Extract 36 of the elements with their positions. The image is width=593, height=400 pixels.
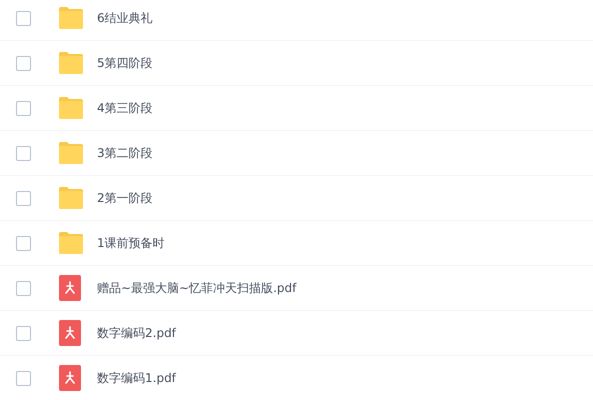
file-name: 数字编码1.pdf bbox=[97, 370, 176, 386]
file-row[interactable]: 5第四阶段 bbox=[0, 41, 593, 86]
file-row[interactable]: 2第一阶段 bbox=[0, 176, 593, 221]
checkbox[interactable] bbox=[16, 190, 31, 206]
folder-icon bbox=[58, 7, 84, 29]
folder-icon bbox=[58, 187, 84, 209]
pdf-icon bbox=[59, 365, 81, 391]
folder-icon bbox=[58, 142, 84, 164]
file-row[interactable]: 6结业典礼 bbox=[0, 0, 593, 41]
file-row[interactable]: 数字编码1.pdf bbox=[0, 356, 593, 400]
file-row[interactable]: 数字编码2.pdf bbox=[0, 311, 593, 356]
file-name: 4第三阶段 bbox=[97, 100, 153, 116]
checkbox[interactable] bbox=[16, 146, 31, 160]
file-name: 赠品~最强大脑~忆菲冲天扫描版.pdf bbox=[97, 280, 296, 296]
file-row[interactable]: 4第三阶段 bbox=[0, 86, 593, 131]
file-row[interactable]: 3第二阶段 bbox=[0, 131, 593, 176]
file-name: 6结业典礼 bbox=[97, 10, 153, 26]
folder-icon bbox=[58, 232, 84, 254]
file-name: 5第四阶段 bbox=[97, 54, 153, 72]
checkbox[interactable] bbox=[16, 326, 31, 340]
checkbox[interactable] bbox=[16, 10, 31, 26]
checkbox[interactable] bbox=[16, 370, 31, 386]
file-row[interactable]: 1课前预备时 bbox=[0, 221, 593, 266]
file-name: 1课前预备时 bbox=[97, 234, 165, 252]
folder-icon bbox=[58, 52, 84, 74]
file-name: 2第一阶段 bbox=[97, 190, 153, 206]
file-name: 3第二阶段 bbox=[97, 144, 153, 162]
file-name: 数字编码2.pdf bbox=[97, 324, 176, 342]
checkbox[interactable] bbox=[16, 56, 31, 70]
checkbox[interactable] bbox=[16, 280, 31, 296]
file-row[interactable]: 赠品~最强大脑~忆菲冲天扫描版.pdf bbox=[0, 266, 593, 311]
pdf-icon bbox=[59, 320, 81, 346]
pdf-icon bbox=[59, 275, 81, 301]
checkbox[interactable] bbox=[16, 100, 31, 116]
folder-icon bbox=[58, 97, 84, 119]
checkbox[interactable] bbox=[16, 236, 31, 250]
